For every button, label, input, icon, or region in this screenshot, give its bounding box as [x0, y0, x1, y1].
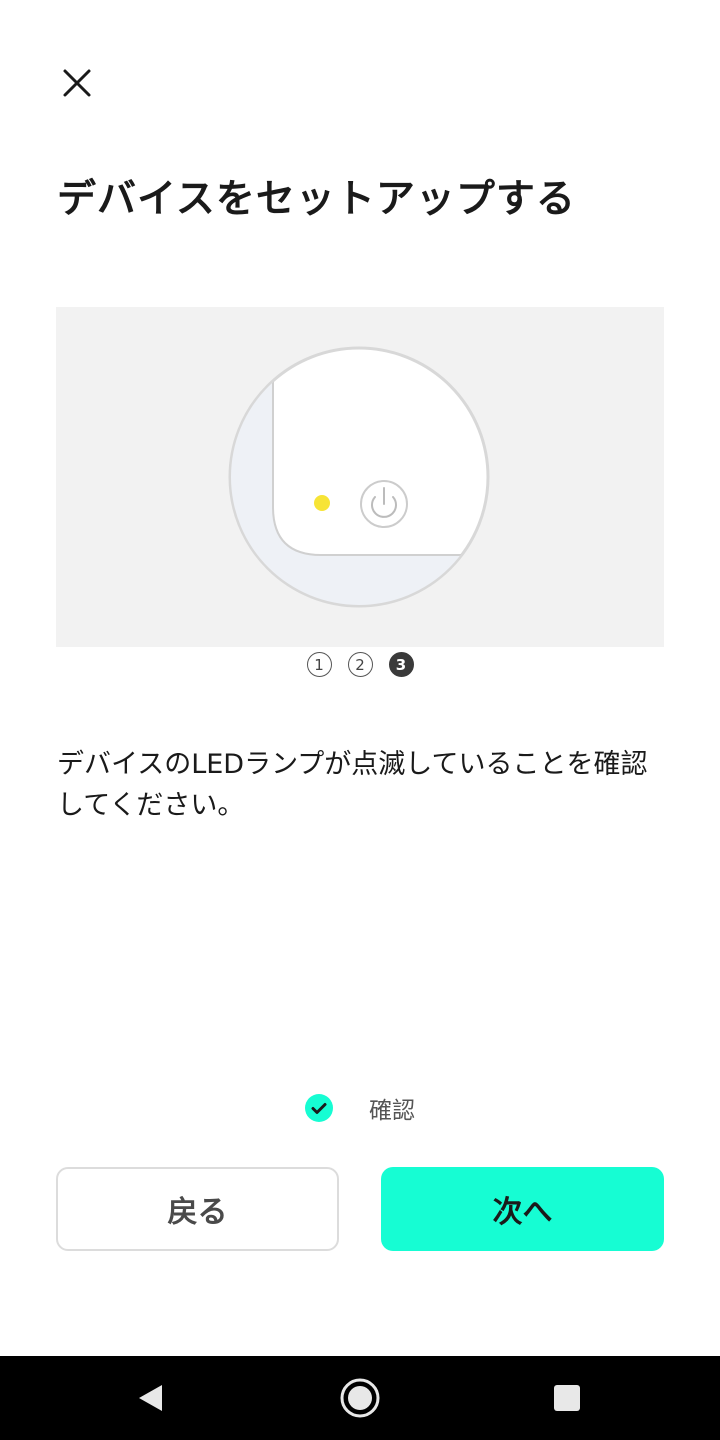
- device-illustration: [56, 307, 664, 647]
- led-light: [314, 495, 330, 511]
- setup-screen: デバイスをセットアップする 1 2 3 デバイスのLEDランプが点滅していること…: [0, 0, 720, 1440]
- page-title: デバイスをセットアップする: [57, 177, 576, 222]
- system-recents-button[interactable]: [527, 1356, 607, 1440]
- close-button[interactable]: [52, 58, 102, 108]
- recents-square-icon: [554, 1385, 580, 1411]
- next-button[interactable]: 次へ: [381, 1167, 664, 1251]
- back-button[interactable]: 戻る: [56, 1167, 339, 1251]
- confirm-checkbox[interactable]: 確認: [0, 1090, 720, 1126]
- step-3-current: 3: [388, 652, 414, 677]
- system-navigation-bar: [0, 1356, 720, 1440]
- confirm-label: 確認: [369, 1098, 415, 1124]
- checkmark-icon: [305, 1094, 333, 1122]
- system-back-button[interactable]: [110, 1356, 190, 1440]
- home-circle-icon: [340, 1378, 380, 1418]
- step-2: 2: [347, 652, 373, 677]
- close-icon: [63, 69, 91, 97]
- system-home-button[interactable]: [320, 1356, 400, 1440]
- step-indicator: 1 2 3: [0, 652, 720, 677]
- instruction-text: デバイスのLEDランプが点滅していることを確認してください。: [57, 749, 648, 821]
- back-triangle-icon: [139, 1385, 162, 1411]
- power-icon: [360, 480, 408, 528]
- step-1: 1: [306, 652, 332, 677]
